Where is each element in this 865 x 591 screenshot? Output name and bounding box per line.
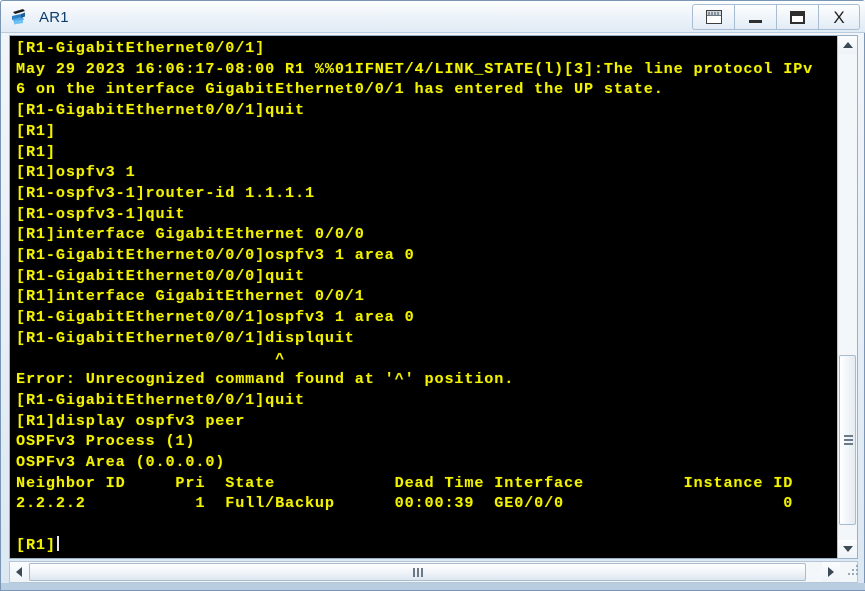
window-controls: X	[692, 4, 860, 30]
vertical-scrollbar[interactable]	[837, 36, 857, 558]
triangle-right-icon	[828, 567, 834, 577]
minimize-button[interactable]	[734, 4, 776, 30]
close-button[interactable]: X	[818, 4, 860, 30]
scroll-left-arrow[interactable]	[10, 562, 28, 582]
close-icon: X	[833, 7, 845, 27]
terminal-screen[interactable]: [R1-GigabitEthernet0/0/1] May 29 2023 16…	[10, 36, 838, 558]
scroll-grip-icon	[844, 435, 853, 445]
restore-icon	[705, 10, 722, 24]
window-title: AR1	[39, 8, 69, 26]
terminal-frame: [R1-GigabitEthernet0/0/1] May 29 2023 16…	[9, 35, 858, 559]
horizontal-scroll-thumb[interactable]	[29, 563, 806, 581]
maximize-button[interactable]	[776, 4, 818, 30]
horizontal-scrollbar[interactable]	[9, 561, 858, 583]
terminal-output: [R1-GigabitEthernet0/0/1] May 29 2023 16…	[16, 39, 814, 554]
scroll-down-arrow[interactable]	[838, 540, 857, 558]
title-bar-left: AR1	[10, 5, 69, 29]
minimize-icon	[749, 19, 762, 23]
vertical-scroll-thumb[interactable]	[839, 355, 856, 525]
triangle-left-icon	[16, 567, 22, 577]
router-icon	[10, 7, 32, 27]
maximize-icon	[790, 10, 805, 24]
scroll-grip-icon	[412, 568, 423, 577]
scroll-right-arrow[interactable]	[822, 562, 840, 582]
title-bar[interactable]: AR1 X	[1, 1, 865, 33]
window-bottom-edge	[1, 583, 865, 590]
triangle-down-icon	[842, 546, 853, 552]
scroll-up-arrow[interactable]	[838, 36, 857, 54]
terminal-window: AR1 X [R1-GigabitEthernet0/0/1] May 29 2…	[0, 0, 865, 591]
triangle-up-icon	[842, 42, 853, 48]
text-cursor	[56, 535, 59, 551]
resize-grip[interactable]	[846, 563, 862, 579]
restore-button[interactable]	[692, 4, 734, 30]
